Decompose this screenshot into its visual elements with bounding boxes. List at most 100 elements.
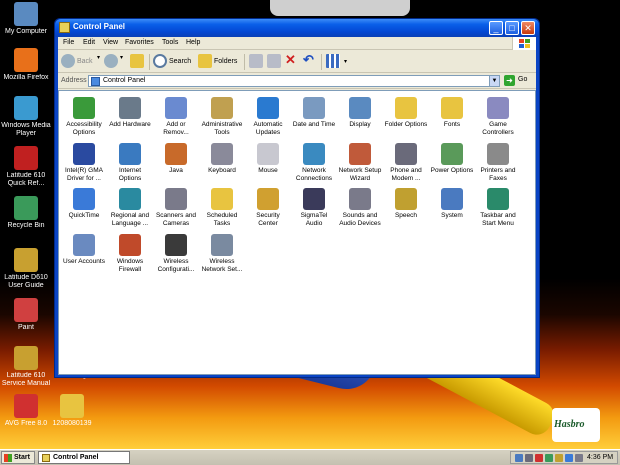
control-panel-item[interactable]: QuickTime xyxy=(61,188,107,220)
minimize-button[interactable]: _ xyxy=(489,21,503,35)
control-panel-item[interactable]: Windows Firewall xyxy=(107,234,153,273)
control-panel-item[interactable]: Scheduled Tasks xyxy=(199,188,245,227)
item-label: Display xyxy=(349,121,371,128)
security-tray-icon[interactable] xyxy=(555,454,563,462)
control-panel-item[interactable]: Network Setup Wizard xyxy=(337,143,383,182)
control-panel-item[interactable]: Game Controllers xyxy=(475,97,521,136)
folders-button[interactable]: Folders xyxy=(198,54,237,70)
desktop-icon[interactable]: AVG Free 8.0 xyxy=(0,394,52,428)
sigmatel-audio-icon xyxy=(303,188,325,210)
wireless-tray-icon[interactable] xyxy=(545,454,553,462)
control-panel-item[interactable]: Sounds and Audio Devices xyxy=(337,188,383,227)
user-accounts-icon xyxy=(73,234,95,256)
move-to-button[interactable] xyxy=(249,54,263,70)
taskbar-control-panel-button[interactable]: Control Panel xyxy=(38,451,130,464)
desktop-icon-label: Paint xyxy=(18,324,34,331)
control-panel-item[interactable]: Printers and Faxes xyxy=(475,143,521,182)
item-label: Speech xyxy=(394,212,418,219)
desktop-icon[interactable]: Latitude 610 Quick Ref... xyxy=(0,146,52,188)
control-panel-item[interactable]: Accessibility Options xyxy=(61,97,107,136)
up-folder-button[interactable] xyxy=(130,54,144,70)
back-dropdown[interactable]: ▾ xyxy=(97,54,100,70)
media-player-icon xyxy=(14,96,38,120)
control-panel-item[interactable]: Fonts xyxy=(429,97,475,129)
avg-tray-icon[interactable] xyxy=(535,454,543,462)
item-label: Folder Options xyxy=(384,121,428,128)
start-label: Start xyxy=(14,454,30,461)
menu-file[interactable]: File xyxy=(63,39,74,46)
control-panel-item[interactable]: Java xyxy=(153,143,199,175)
control-panel-item[interactable]: Network Connections xyxy=(291,143,337,182)
network-tray-icon[interactable] xyxy=(515,454,523,462)
control-panel-item[interactable]: Speech xyxy=(383,188,429,220)
menu-tools[interactable]: Tools xyxy=(162,39,178,46)
control-panel-item[interactable]: Intel(R) GMA Driver for ... xyxy=(61,143,107,182)
address-dropdown-button[interactable]: ▼ xyxy=(489,76,499,86)
search-label: Search xyxy=(169,57,192,65)
quicktime-tray-icon[interactable] xyxy=(565,454,573,462)
go-button[interactable]: ➜ Go xyxy=(504,75,530,87)
back-button[interactable]: Back xyxy=(61,54,93,70)
undo-button[interactable]: ↶ xyxy=(303,52,314,68)
desktop-icon[interactable]: Latitude 610 Service Manual xyxy=(0,346,52,388)
battery-tray-icon[interactable] xyxy=(575,454,583,462)
desktop-icon[interactable]: My Computer xyxy=(0,2,52,36)
desktop-icon[interactable]: 1208080139 xyxy=(46,394,98,428)
control-panel-item[interactable]: Administrative Tools xyxy=(199,97,245,136)
forward-dropdown[interactable]: ▾ xyxy=(120,54,123,70)
control-panel-item[interactable]: Scanners and Cameras xyxy=(153,188,199,227)
item-label: Tools xyxy=(214,128,230,136)
desktop-icon[interactable]: Windows Media Player xyxy=(0,96,52,138)
control-panel-item[interactable]: Taskbar and Start Menu xyxy=(475,188,521,227)
address-input[interactable]: Control Panel ▼ xyxy=(88,75,500,87)
control-panel-item[interactable]: Display xyxy=(337,97,383,129)
control-panel-item[interactable]: Add or Remov... xyxy=(153,97,199,136)
desktop-icon[interactable]: Recycle Bin xyxy=(0,196,52,230)
desktop-icon[interactable]: Paint xyxy=(0,298,52,332)
start-button[interactable]: Start xyxy=(1,451,35,464)
desktop-icon-label: Player xyxy=(16,130,36,137)
item-label: Tasks xyxy=(213,219,231,227)
regional-language-icon xyxy=(119,188,141,210)
control-panel-item[interactable]: Add Hardware xyxy=(107,97,153,129)
control-panel-item[interactable]: Wireless Configurati... xyxy=(153,234,199,273)
windows-logo-icon xyxy=(512,37,536,50)
accessibility-icon xyxy=(73,97,95,119)
title-bar[interactable]: Control Panel _ □ ✕ xyxy=(55,19,539,37)
control-panel-item[interactable]: SigmaTel Audio xyxy=(291,188,337,227)
control-panel-item[interactable]: User Accounts xyxy=(61,234,107,266)
control-panel-item[interactable]: Power Options xyxy=(429,143,475,175)
item-label: Firewall xyxy=(118,265,142,273)
control-panel-item[interactable]: Security Center xyxy=(245,188,291,227)
forward-button[interactable] xyxy=(104,54,118,70)
desktop-icon-label: Latitude D610 xyxy=(4,274,48,281)
search-button[interactable]: Search xyxy=(153,54,191,70)
maximize-button[interactable]: □ xyxy=(505,21,519,35)
item-label: Mouse xyxy=(258,167,278,174)
control-panel-item[interactable]: Mouse xyxy=(245,143,291,175)
menu-help[interactable]: Help xyxy=(186,39,200,46)
views-button[interactable]: ▾ xyxy=(326,54,347,70)
control-panel-item[interactable]: Internet Options xyxy=(107,143,153,182)
control-panel-item[interactable]: Date and Time xyxy=(291,97,337,129)
item-label: Start Menu xyxy=(482,219,514,227)
control-panel-item[interactable]: Phone and Modem ... xyxy=(383,143,429,182)
control-panel-item[interactable]: Keyboard xyxy=(199,143,245,175)
control-panel-item[interactable]: Folder Options xyxy=(383,97,429,129)
menu-favorites[interactable]: Favorites xyxy=(125,39,154,46)
desktop-icon[interactable]: Latitude D610 User Guide xyxy=(0,248,52,290)
copy-to-button[interactable] xyxy=(267,54,281,70)
menu-edit[interactable]: Edit xyxy=(83,39,95,46)
menu-view[interactable]: View xyxy=(103,39,118,46)
close-button[interactable]: ✕ xyxy=(521,21,535,35)
volume-tray-icon[interactable] xyxy=(525,454,533,462)
control-panel-item[interactable]: Wireless Network Set... xyxy=(199,234,245,273)
control-panel-item[interactable]: Regional and Language ... xyxy=(107,188,153,227)
item-label: Intel(R) GMA xyxy=(65,167,103,174)
control-panel-item[interactable]: Automatic Updates xyxy=(245,97,291,136)
item-label: Fonts xyxy=(443,121,461,128)
delete-button[interactable]: ✕ xyxy=(285,52,296,68)
desktop-icon[interactable]: Mozilla Firefox xyxy=(0,48,52,82)
control-panel-item[interactable]: System xyxy=(429,188,475,220)
clock: 4:36 PM xyxy=(587,454,614,461)
